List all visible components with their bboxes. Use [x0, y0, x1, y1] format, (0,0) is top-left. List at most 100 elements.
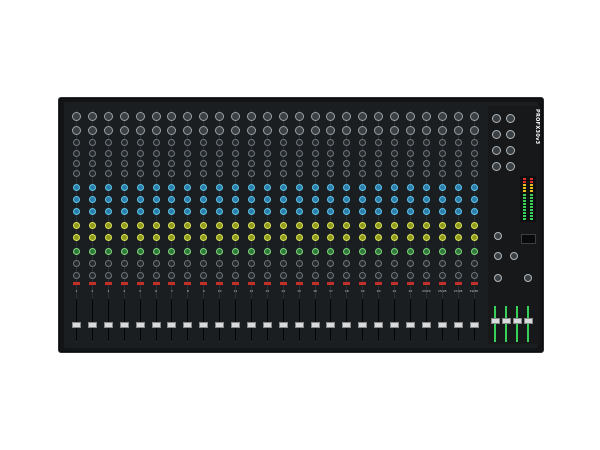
xlr-jack-icon[interactable] — [119, 112, 129, 121]
rotary-knob-icon[interactable] — [359, 248, 367, 255]
rotary-knob-icon[interactable] — [406, 184, 414, 191]
rotary-knob-icon[interactable] — [454, 208, 462, 215]
rotary-knob-icon[interactable] — [184, 260, 192, 267]
rotary-knob-icon[interactable] — [375, 139, 383, 146]
xlr-jack-icon[interactable] — [492, 114, 501, 123]
rotary-knob-icon[interactable] — [494, 232, 502, 240]
rotary-knob-icon[interactable] — [359, 234, 367, 241]
rotary-knob-icon[interactable] — [438, 184, 446, 191]
rotary-knob-icon[interactable] — [247, 160, 255, 167]
rotary-knob-icon[interactable] — [422, 248, 430, 255]
rotary-knob-icon[interactable] — [359, 260, 367, 267]
rotary-knob-icon[interactable] — [247, 184, 255, 191]
rotary-knob-icon[interactable] — [406, 248, 414, 255]
rotary-knob-icon[interactable] — [168, 234, 176, 241]
rotary-knob-icon[interactable] — [216, 170, 224, 177]
trs-jack-icon[interactable] — [492, 162, 501, 171]
rotary-knob-icon[interactable] — [438, 234, 446, 241]
rotary-knob-icon[interactable] — [438, 160, 446, 167]
mute-button[interactable] — [247, 282, 255, 285]
rotary-knob-icon[interactable] — [311, 234, 319, 241]
rotary-knob-icon[interactable] — [311, 184, 319, 191]
rotary-knob-icon[interactable] — [216, 260, 224, 267]
rotary-knob-icon[interactable] — [120, 170, 128, 177]
rotary-knob-icon[interactable] — [343, 196, 351, 203]
fader-icon[interactable] — [310, 322, 320, 328]
mute-button[interactable] — [263, 282, 271, 285]
rotary-knob-icon[interactable] — [88, 184, 96, 191]
rotary-knob-icon[interactable] — [120, 139, 128, 146]
rotary-knob-icon[interactable] — [184, 184, 192, 191]
xlr-jack-icon[interactable] — [231, 112, 240, 121]
rotary-knob-icon[interactable] — [104, 196, 112, 203]
rotary-knob-icon[interactable] — [406, 272, 414, 279]
rotary-knob-icon[interactable] — [279, 222, 287, 229]
rotary-knob-icon[interactable] — [375, 272, 383, 279]
trs-jack-icon[interactable] — [135, 126, 145, 135]
fader-icon[interactable] — [294, 322, 304, 328]
rotary-knob-icon[interactable] — [104, 260, 112, 267]
rotary-knob-icon[interactable] — [391, 222, 398, 229]
rotary-knob-icon[interactable] — [327, 248, 335, 255]
fader-icon[interactable] — [246, 322, 256, 328]
rotary-knob-icon[interactable] — [136, 248, 144, 255]
rotary-knob-icon[interactable] — [104, 208, 112, 215]
rotary-knob-icon[interactable] — [200, 260, 208, 267]
rotary-knob-icon[interactable] — [184, 170, 192, 177]
rotary-knob-icon[interactable] — [375, 196, 383, 203]
rotary-knob-icon[interactable] — [136, 196, 144, 203]
rotary-knob-icon[interactable] — [406, 208, 414, 215]
rotary-knob-icon[interactable] — [216, 184, 224, 191]
rotary-knob-icon[interactable] — [422, 234, 430, 241]
rotary-knob-icon[interactable] — [454, 139, 462, 146]
rotary-knob-icon[interactable] — [200, 139, 208, 146]
trs-jack-icon[interactable] — [437, 126, 447, 135]
rotary-knob-icon[interactable] — [184, 139, 192, 146]
rotary-knob-icon[interactable] — [136, 160, 144, 167]
rotary-knob-icon[interactable] — [311, 222, 319, 229]
rotary-knob-icon[interactable] — [311, 208, 319, 215]
rotary-knob-icon[interactable] — [152, 184, 160, 191]
trs-jack-icon[interactable] — [151, 126, 161, 135]
rotary-knob-icon[interactable] — [510, 252, 518, 260]
rotary-knob-icon[interactable] — [88, 222, 96, 229]
rotary-knob-icon[interactable] — [343, 139, 351, 146]
rotary-knob-icon[interactable] — [438, 272, 446, 279]
xlr-jack-icon[interactable] — [72, 112, 81, 121]
fader-icon[interactable] — [278, 322, 288, 328]
mute-button[interactable] — [375, 282, 383, 285]
rotary-knob-icon[interactable] — [406, 222, 414, 229]
rotary-knob-icon[interactable] — [295, 208, 303, 215]
rotary-knob-icon[interactable] — [327, 160, 335, 167]
fader-icon[interactable] — [469, 322, 479, 328]
rotary-knob-icon[interactable] — [168, 248, 176, 255]
xlr-jack-icon[interactable] — [421, 112, 431, 121]
rotary-knob-icon[interactable] — [422, 196, 430, 203]
xlr-jack-icon[interactable] — [342, 112, 352, 121]
fader-icon[interactable] — [119, 322, 129, 328]
xlr-jack-icon[interactable] — [437, 112, 447, 121]
trs-jack-icon[interactable] — [342, 126, 352, 135]
rotary-knob-icon[interactable] — [470, 272, 478, 279]
rotary-knob-icon[interactable] — [524, 274, 532, 282]
rotary-knob-icon[interactable] — [73, 222, 80, 229]
rotary-knob-icon[interactable] — [391, 208, 398, 215]
mute-button[interactable] — [216, 282, 224, 285]
rotary-knob-icon[interactable] — [247, 170, 255, 177]
rotary-knob-icon[interactable] — [422, 160, 430, 167]
rotary-knob-icon[interactable] — [406, 196, 414, 203]
rotary-knob-icon[interactable] — [311, 139, 319, 146]
mute-button[interactable] — [184, 282, 192, 285]
rotary-knob-icon[interactable] — [73, 160, 80, 167]
rotary-knob-icon[interactable] — [343, 272, 351, 279]
rotary-knob-icon[interactable] — [391, 170, 398, 177]
rotary-knob-icon[interactable] — [73, 196, 80, 203]
trs-jack-icon[interactable] — [294, 126, 304, 135]
xlr-jack-icon[interactable] — [358, 112, 368, 121]
rotary-knob-icon[interactable] — [375, 234, 383, 241]
fader-icon[interactable] — [358, 322, 368, 328]
rotary-knob-icon[interactable] — [327, 170, 335, 177]
fader-icon[interactable] — [87, 322, 97, 328]
rotary-knob-icon[interactable] — [494, 274, 502, 282]
rotary-knob-icon[interactable] — [438, 260, 446, 267]
